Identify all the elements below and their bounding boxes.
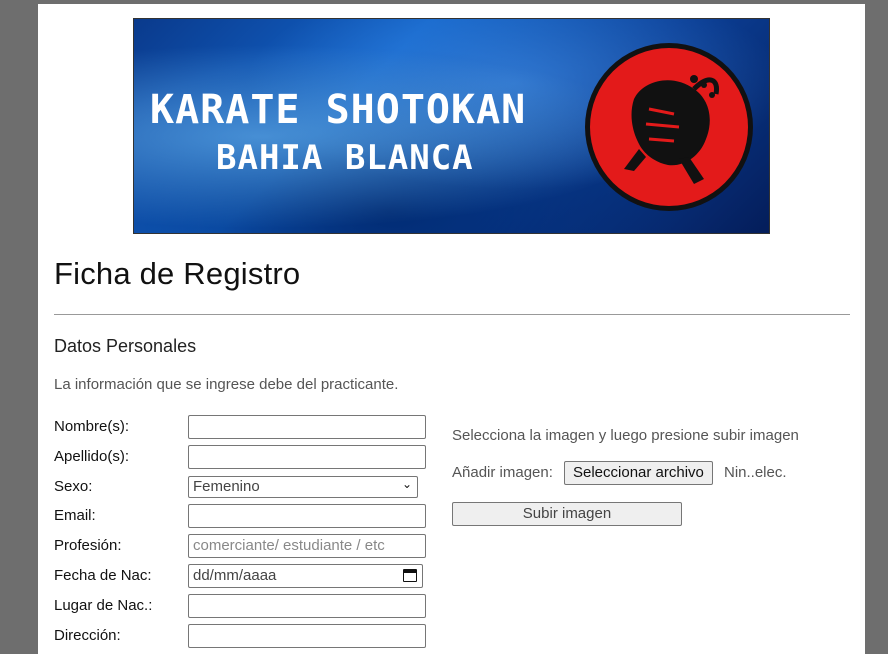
lugar-input[interactable] (188, 594, 426, 618)
file-status: Nin..elec. (724, 464, 787, 481)
fecha-input[interactable]: dd/mm/aaaa (188, 564, 423, 588)
banner-subtitle: BAHIA BLANCA (216, 138, 474, 178)
divider (54, 314, 850, 315)
section-heading: Datos Personales (54, 336, 197, 356)
tiger-emblem-icon (585, 43, 753, 211)
lugar-label: Lugar de Nac.: (54, 597, 153, 614)
fecha-label: Fecha de Nac: (54, 567, 152, 584)
profesion-input[interactable]: comerciante/ estudiante / etc (188, 534, 426, 558)
page-container: KARATE SHOTOKAN BAHIA BLANCA Ficha de Re… (38, 4, 865, 654)
add-image-label: Añadir imagen: (452, 464, 553, 481)
sexo-select[interactable]: Femenino ⌄ (188, 476, 418, 498)
calendar-icon[interactable] (403, 569, 417, 582)
sexo-label: Sexo: (54, 478, 93, 495)
sexo-selected-value: Femenino (193, 478, 260, 495)
chevron-down-icon: ⌄ (401, 477, 412, 491)
nombre-label: Nombre(s): (54, 418, 130, 435)
fecha-placeholder: dd/mm/aaaa (193, 567, 277, 584)
upload-hint: Selecciona la imagen y luego presione su… (452, 427, 799, 444)
banner-title: KARATE SHOTOKAN (150, 87, 526, 133)
nombre-input[interactable] (188, 415, 426, 439)
upload-image-button[interactable]: Subir imagen (452, 502, 682, 526)
banner-graphic: KARATE SHOTOKAN BAHIA BLANCA (150, 43, 753, 211)
direccion-label: Dirección: (54, 627, 121, 644)
header-banner: KARATE SHOTOKAN BAHIA BLANCA (133, 18, 770, 234)
profesion-label: Profesión: (54, 537, 122, 554)
direccion-input[interactable] (188, 624, 426, 648)
select-file-button[interactable]: Seleccionar archivo (564, 461, 713, 485)
email-label: Email: (54, 507, 96, 524)
page-title: Ficha de Registro (54, 256, 301, 291)
notice-text: La información que se ingrese debe del p… (54, 376, 399, 393)
email-input[interactable] (188, 504, 426, 528)
apellido-input[interactable] (188, 445, 426, 469)
apellido-label: Apellido(s): (54, 448, 130, 465)
